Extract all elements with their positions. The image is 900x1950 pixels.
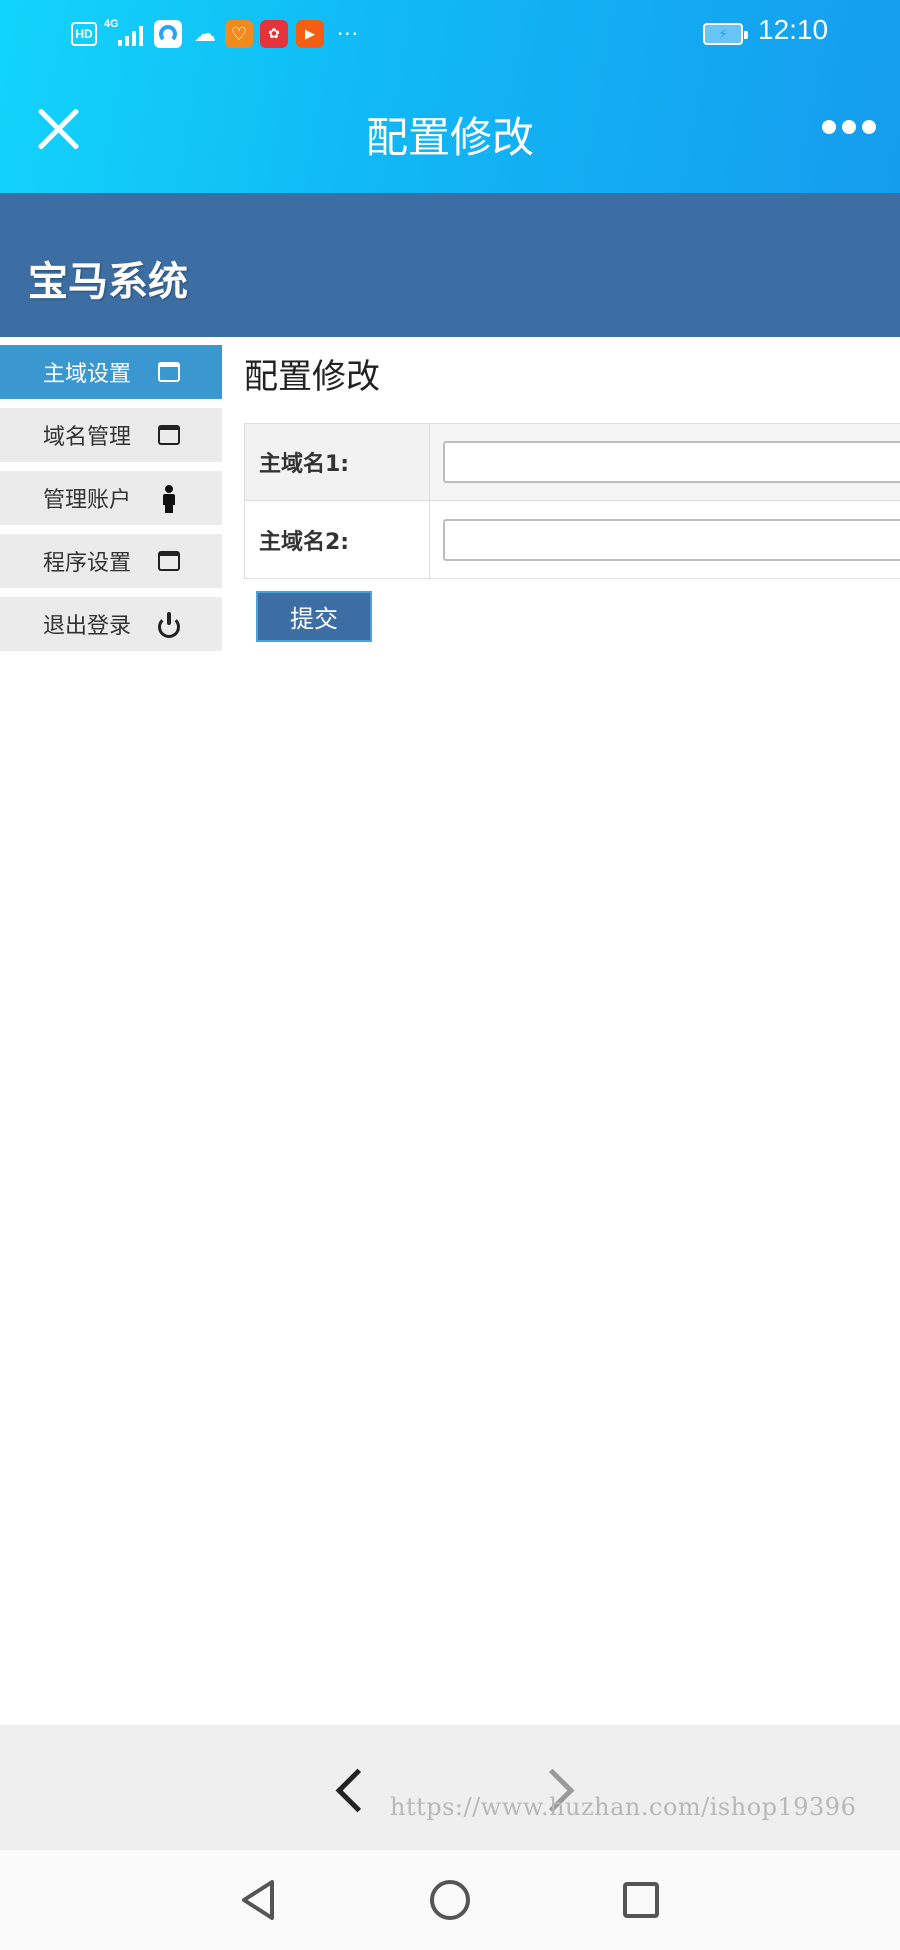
- sidebar-item-label: 主域设置: [43, 362, 132, 387]
- screen: HD 4G ☁ ♡ ✿ ▶ ··· ⚡ 12:10 配置修改 宝马系统 主域设置: [0, 0, 900, 1950]
- status-bar: HD 4G ☁ ♡ ✿ ▶ ··· ⚡ 12:10: [0, 0, 900, 68]
- top-bar: HD 4G ☁ ♡ ✿ ▶ ··· ⚡ 12:10 配置修改: [0, 0, 900, 193]
- field-input-cell: [430, 501, 900, 578]
- status-time: 12:10: [758, 14, 829, 45]
- main-domain-1-input[interactable]: [443, 441, 900, 483]
- video-app-icon: ▶: [296, 20, 324, 48]
- system-nav-bar: [0, 1850, 900, 1950]
- main-content: 配置修改 主域名1: 主域名2: 提交: [244, 345, 900, 642]
- network-type-label: 4G: [104, 18, 119, 30]
- sidebar-item-main-domain-settings[interactable]: 主域设置: [0, 345, 222, 399]
- form-row: 主域名2:: [244, 501, 900, 579]
- person-icon: [158, 485, 180, 513]
- field-label: 主域名2:: [245, 501, 430, 578]
- system-recents-icon[interactable]: [621, 1880, 661, 1920]
- main-domain-2-input[interactable]: [443, 518, 900, 561]
- window-icon: [158, 425, 180, 445]
- submit-button[interactable]: 提交: [256, 591, 372, 642]
- title-bar-title: 配置修改: [365, 113, 534, 162]
- field-input-cell: [430, 424, 900, 500]
- back-chevron-icon[interactable]: [330, 1765, 370, 1813]
- sidebar-item-label: 管理账户: [43, 488, 132, 513]
- sidebar-item-manage-accounts[interactable]: 管理账户: [0, 471, 222, 525]
- sidebar: 主域设置 域名管理 管理账户 程序设置 退出登录: [0, 345, 222, 660]
- title-bar: 配置修改: [0, 68, 900, 193]
- shopping-app-icon: ♡: [225, 20, 253, 48]
- power-icon: [158, 612, 180, 638]
- sidebar-item-domain-management[interactable]: 域名管理: [0, 408, 222, 462]
- window-icon: [158, 551, 180, 571]
- config-form: 主域名1: 主域名2:: [244, 423, 900, 579]
- browser-nav-bar: https://www.huzhan.com/ishop19396: [0, 1725, 900, 1850]
- battery-charging-icon: ⚡: [703, 23, 748, 45]
- system-back-icon[interactable]: [238, 1878, 278, 1922]
- hd-icon: HD: [71, 22, 97, 46]
- app-title: 宝马系统: [28, 259, 188, 305]
- weather-icon: ☁: [194, 21, 216, 47]
- signal-icon: 4G: [104, 18, 148, 48]
- field-label: 主域名1:: [245, 424, 430, 500]
- window-icon: [158, 362, 180, 382]
- sidebar-item-label: 退出登录: [43, 614, 132, 639]
- app-header: 宝马系统: [0, 193, 900, 337]
- more-options-icon[interactable]: [822, 120, 882, 140]
- watermark: https://www.huzhan.com/ishop19396: [390, 1793, 857, 1821]
- sidebar-item-label: 程序设置: [43, 551, 132, 576]
- browser-app-icon: [154, 20, 182, 48]
- form-row: 主域名1:: [244, 423, 900, 501]
- more-notifications-icon: ···: [336, 22, 360, 46]
- system-home-icon[interactable]: [428, 1878, 472, 1922]
- sidebar-item-label: 域名管理: [43, 425, 132, 450]
- pinduoduo-app-icon: ✿: [260, 20, 288, 48]
- page-title: 配置修改: [244, 357, 380, 397]
- sidebar-item-logout[interactable]: 退出登录: [0, 597, 222, 651]
- sidebar-item-program-settings[interactable]: 程序设置: [0, 534, 222, 588]
